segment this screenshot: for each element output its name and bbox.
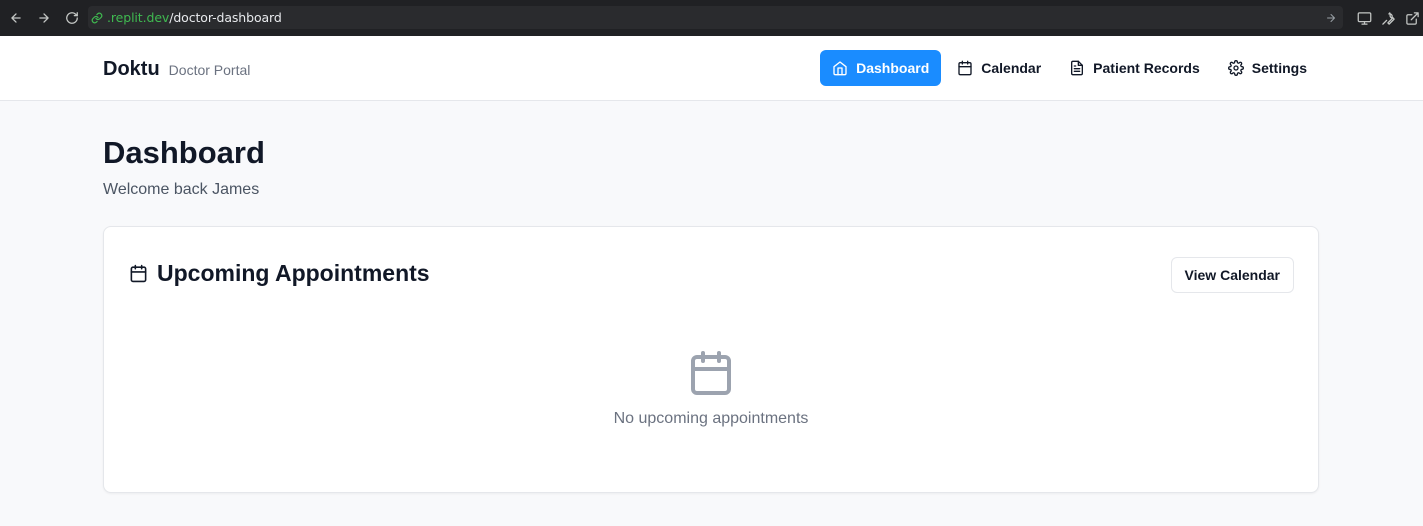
url-text: .replit.dev/doctor-dashboard (107, 10, 282, 25)
nav-settings[interactable]: Settings (1216, 50, 1319, 86)
gear-icon (1227, 60, 1244, 76)
appointments-header: Upcoming Appointments (129, 260, 430, 287)
nav-calendar[interactable]: Calendar (945, 50, 1053, 86)
welcome-text: Welcome back James (103, 181, 260, 198)
browser-tools (1355, 0, 1421, 36)
reload-icon[interactable] (58, 0, 86, 36)
monitor-icon[interactable] (1355, 9, 1373, 27)
wrench-icon[interactable] (1379, 9, 1397, 27)
appointments-title: Upcoming Appointments (157, 260, 430, 286)
empty-state: No upcoming appointments (104, 349, 1318, 428)
nav-dashboard-label: Dashboard (856, 60, 930, 76)
document-icon (1071, 60, 1084, 76)
forward-icon[interactable] (30, 0, 58, 36)
arrow-right-icon[interactable] (1325, 12, 1337, 24)
empty-state-text: No upcoming appointments (613, 410, 809, 427)
nav-calendar-label: Calendar (981, 60, 1042, 76)
view-calendar-button[interactable]: View Calendar (1170, 257, 1294, 293)
nav-patient-records-label: Patient Records (1093, 60, 1200, 76)
nav-dashboard[interactable]: Dashboard (820, 50, 942, 86)
home-icon (833, 61, 847, 76)
calendar-icon (130, 264, 147, 283)
brand-name: Doktu (103, 58, 160, 80)
app-header: Doktu Doctor Portal Dashboard Calendar P… (0, 36, 1423, 101)
address-bar[interactable]: .replit.dev/doctor-dashboard (88, 6, 1343, 29)
page-title: Dashboard (103, 135, 265, 170)
browser-toolbar: .replit.dev/doctor-dashboard (0, 0, 1423, 36)
nav-settings-label: Settings (1251, 60, 1307, 76)
url-host: .replit.dev (107, 10, 170, 25)
nav-patient-records[interactable]: Patient Records (1057, 50, 1212, 86)
back-icon[interactable] (2, 0, 30, 36)
calendar-icon (958, 60, 972, 76)
main-content: Dashboard Welcome back James Upcoming Ap… (103, 101, 1319, 493)
link-icon (91, 11, 105, 25)
calendar-icon (691, 351, 731, 395)
external-link-icon[interactable] (1403, 9, 1421, 27)
brand[interactable]: Doktu Doctor Portal (103, 58, 250, 81)
appointments-card: Upcoming Appointments View Calendar No u… (103, 226, 1319, 493)
brand-subtitle: Doctor Portal (168, 62, 251, 78)
url-path: /doctor-dashboard (169, 10, 282, 25)
main-nav: Dashboard Calendar Patient Records Setti… (820, 50, 1319, 86)
